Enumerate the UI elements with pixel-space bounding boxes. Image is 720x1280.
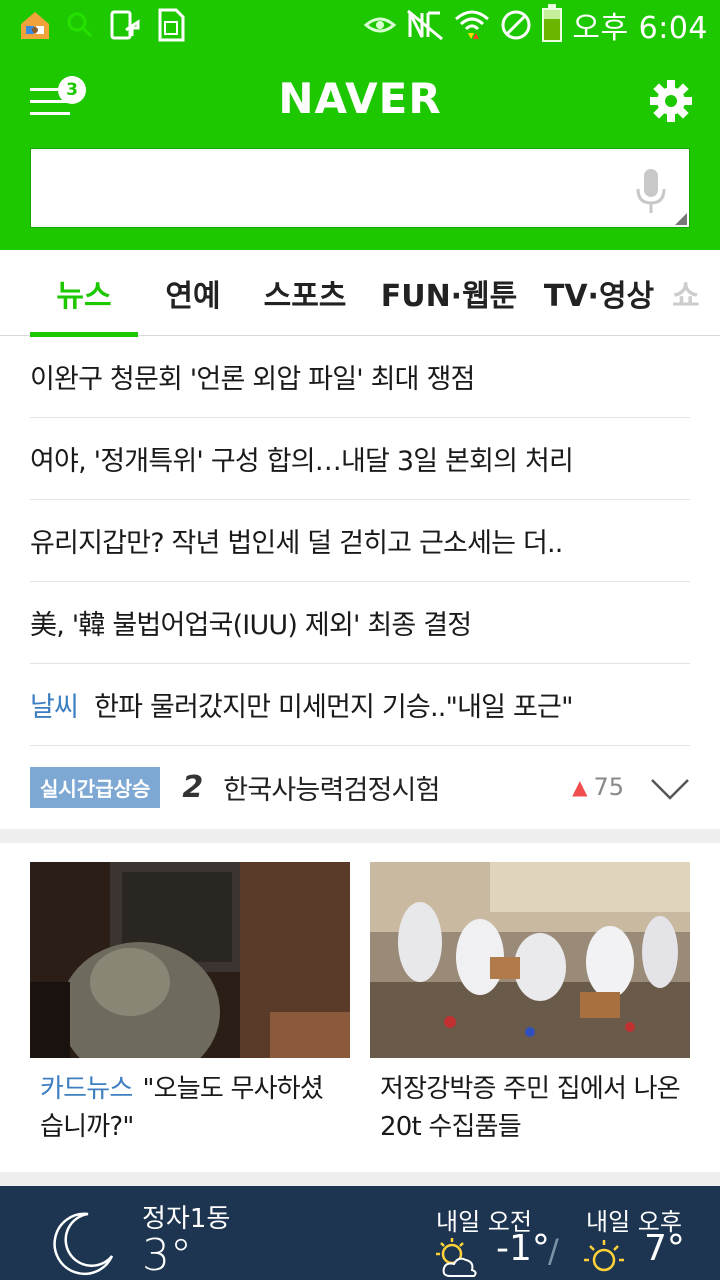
headline-list: 이완구 청문회 '언론 외압 파일' 최대 쟁점 여야, '정개특위' 구성 합… [30, 336, 690, 828]
headline-item[interactable]: 이완구 청문회 '언론 외압 파일' 최대 쟁점 [30, 336, 690, 418]
news-card[interactable]: 카드뉴스 "오늘도 무사하셨 습니까?" [30, 862, 350, 1146]
moon-icon [53, 1212, 114, 1275]
tab-fun-webtoon[interactable]: FUN·웹툰 [362, 250, 536, 336]
chevron-down-icon[interactable] [650, 772, 690, 802]
rank-change-count: 75 [593, 773, 624, 801]
battery-icon [542, 4, 563, 42]
sun-cloud-icon [436, 1238, 477, 1277]
status-bar: 오후 6:04 [0, 0, 720, 50]
wifi-icon [455, 10, 490, 39]
current-temperature: 3° [142, 1230, 192, 1280]
news-card[interactable]: 저장강박증 주민 집에서 나온 20t 수집품들 [370, 862, 690, 1146]
section-divider [0, 829, 720, 843]
settings-gear-icon[interactable] [648, 78, 694, 124]
search-input[interactable] [31, 149, 621, 227]
search-icon [67, 12, 93, 38]
headline-item[interactable]: 美, '韓 불법어업국(IUU) 제외' 최종 결정 [30, 582, 690, 664]
realtime-trending[interactable]: 실시간급상승 2 한국사능력검정시험 ▲ 75 [30, 746, 690, 828]
home-icon [21, 12, 49, 39]
weather-tag[interactable]: 날씨 [30, 685, 79, 724]
clock: 오후 6:04 [572, 11, 708, 46]
microphone-icon[interactable] [633, 167, 669, 215]
tab-news[interactable]: 뉴스 [30, 250, 138, 337]
headline-item[interactable]: 여야, '정개특위' 구성 합의…내달 3일 본회의 처리 [30, 418, 690, 500]
tab-entertainment[interactable]: 연예 [138, 250, 248, 336]
news-photo [370, 862, 690, 1058]
corner-indicator-icon [675, 213, 687, 225]
category-tabs: 뉴스 연예 스포츠 FUN·웹툰 TV·영상 쇼 [0, 250, 720, 337]
no-nfc-icon [407, 9, 444, 41]
naver-logo[interactable]: NAVER [0, 74, 720, 123]
temperature-separator: / [548, 1232, 559, 1270]
tomorrow-pm-temperature: 7° [644, 1228, 685, 1269]
news-photo [30, 862, 350, 1058]
tab-shopping[interactable]: 쇼 [662, 250, 720, 336]
rank-up-icon: ▲ [572, 775, 588, 799]
phone-transfer-icon [110, 10, 140, 40]
trending-keyword[interactable]: 한국사능력검정시험 [223, 768, 440, 807]
weather-panel[interactable]: 정자1동 3° 내일 오전 -1° / 내일 오후 7° [0, 1186, 720, 1280]
headline-item[interactable]: 유리지갑만? 작년 법인세 덜 걷히고 근소세는 더.. [30, 500, 690, 582]
tomorrow-am-temperature: -1° [496, 1228, 550, 1269]
header: 3 NAVER [0, 50, 720, 250]
sim-icon [158, 8, 185, 42]
card-news-tag[interactable]: 카드뉴스 [40, 1074, 133, 1104]
search-box[interactable] [30, 148, 690, 228]
tab-tv-video[interactable]: TV·영상 [536, 250, 662, 336]
trending-rank: 2 [182, 769, 204, 805]
eye-icon [364, 17, 397, 33]
realtime-label: 실시간급상승 [30, 766, 161, 808]
tab-sports[interactable]: 스포츠 [248, 250, 362, 336]
section-divider [0, 1172, 720, 1186]
headline-item-weather[interactable]: 날씨 한파 물러갔지만 미세먼지 기승.."내일 포근" [30, 664, 690, 746]
sun-icon [584, 1240, 624, 1272]
do-not-disturb-icon [501, 10, 531, 40]
